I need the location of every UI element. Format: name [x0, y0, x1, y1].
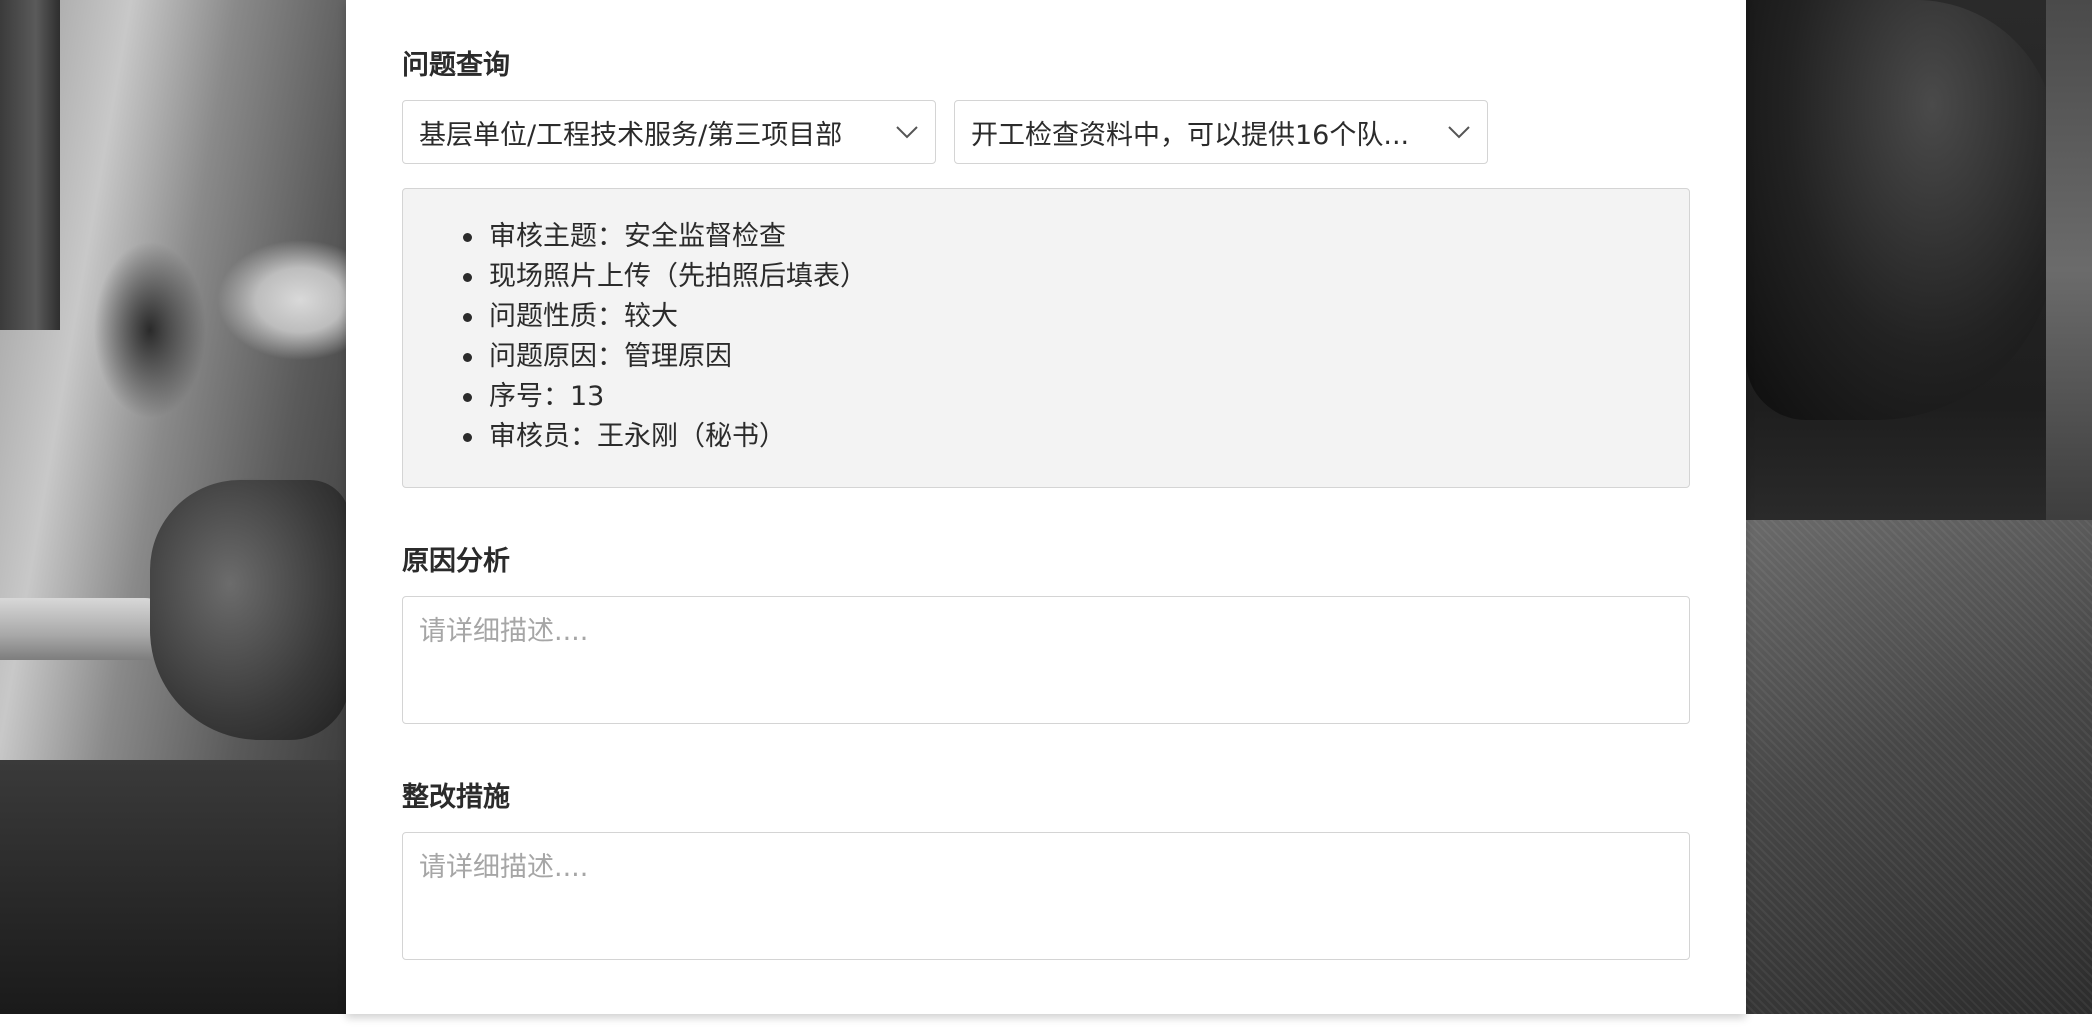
detail-auditor: 审核员：王永刚（秘书）	[463, 417, 1689, 457]
photo-pipe	[0, 598, 175, 660]
photo-post	[0, 0, 60, 330]
issue-select[interactable]: 开工检查资料中，可以提供16个队...	[954, 100, 1488, 164]
chevron-down-icon	[879, 101, 935, 163]
photo-glove	[150, 480, 350, 740]
chevron-down-icon	[1431, 101, 1487, 163]
detail-issue-cause: 问题原因：管理原因	[463, 337, 1689, 377]
unit-select[interactable]: 基层单位/工程技术服务/第三项目部	[402, 100, 936, 164]
issue-details-list: 审核主题：安全监督检查 现场照片上传（先拍照后填表） 问题性质：较大 问题原因：…	[403, 189, 1689, 457]
detail-issue-nature: 问题性质：较大	[463, 297, 1689, 337]
background-photo-right	[1746, 0, 2092, 1014]
photo-light	[2046, 0, 2092, 540]
detail-photo-upload: 现场照片上传（先拍照后填表）	[463, 257, 1689, 297]
detail-audit-topic: 审核主题：安全监督检查	[463, 217, 1689, 257]
detail-serial-number: 序号：13	[463, 377, 1689, 417]
photo-lower	[0, 760, 346, 1014]
measures-section-title: 整改措施	[402, 782, 510, 813]
background-photo-left	[0, 0, 350, 1014]
query-section-title: 问题查询	[402, 50, 510, 81]
photo-helmet	[1746, 0, 2056, 420]
cause-analysis-input[interactable]	[402, 596, 1690, 724]
form-card: 问题查询 基层单位/工程技术服务/第三项目部 开工检查资料中，可以提供16个队.…	[346, 0, 1746, 1014]
corrective-measures-input[interactable]	[402, 832, 1690, 960]
unit-select-value: 基层单位/工程技术服务/第三项目部	[419, 119, 843, 151]
cause-section-title: 原因分析	[402, 546, 510, 577]
issue-details-panel: 审核主题：安全监督检查 现场照片上传（先拍照后填表） 问题性质：较大 问题原因：…	[402, 188, 1690, 488]
photo-shirt	[1746, 520, 2092, 1014]
issue-select-value: 开工检查资料中，可以提供16个队...	[971, 119, 1410, 151]
